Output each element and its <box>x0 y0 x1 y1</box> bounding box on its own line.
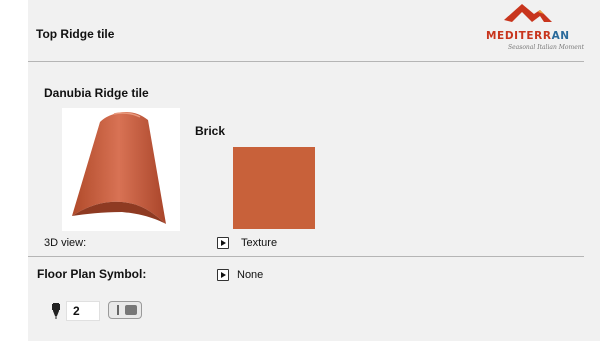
header-divider <box>28 61 584 62</box>
product-name: Danubia Ridge tile <box>44 86 149 100</box>
texture-popup-button[interactable] <box>217 237 229 249</box>
3d-view-label: 3D view: <box>44 237 87 249</box>
toggle-knob <box>125 305 137 315</box>
floor-plan-value: None <box>237 269 264 281</box>
floor-plan-popup-button[interactable] <box>217 269 229 281</box>
pen-number-input[interactable]: 2 <box>66 301 100 321</box>
ridge-tile-image <box>72 112 166 224</box>
floor-plan-symbol-label: Floor Plan Symbol: <box>37 267 147 281</box>
logo-wordmark: MEDITERRAN <box>486 30 570 42</box>
panel-title: Top Ridge tile <box>36 27 115 41</box>
material-name: Brick <box>195 124 226 138</box>
logo-tagline: Seasonal Italian Moment <box>508 44 585 51</box>
material-swatch[interactable] <box>233 147 315 229</box>
toggle-bar <box>117 305 119 315</box>
pen-icon <box>52 303 60 319</box>
pen-toggle-switch[interactable] <box>108 301 142 319</box>
tile-3d-preview[interactable] <box>62 108 180 231</box>
section-divider <box>28 256 584 257</box>
texture-label: Texture <box>241 237 278 249</box>
